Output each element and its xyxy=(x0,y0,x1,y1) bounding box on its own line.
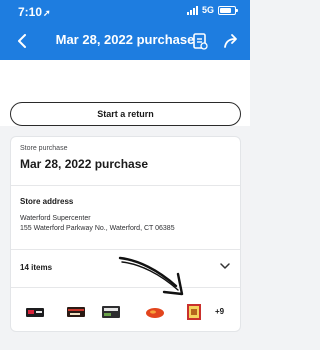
share-button[interactable] xyxy=(222,31,240,51)
page-title: Mar 28, 2022 purchase xyxy=(55,32,195,47)
chevron-down-icon[interactable] xyxy=(219,261,231,271)
divider xyxy=(11,185,240,186)
purchase-card: Store purchase Mar 28, 2022 purchase Sto… xyxy=(10,136,241,332)
store-address: 155 Waterford Parkway No., Waterford, CT… xyxy=(20,225,175,232)
items-count[interactable]: 14 items xyxy=(20,263,52,272)
location-icon: ➚ xyxy=(43,8,51,18)
divider xyxy=(11,249,240,250)
receipt-icon xyxy=(193,33,208,50)
more-items-count[interactable]: +9 xyxy=(215,307,224,316)
purchase-date-title: Mar 28, 2022 purchase xyxy=(20,157,149,171)
cereal-pack-icon[interactable] xyxy=(100,303,122,321)
candy-box-icon[interactable] xyxy=(65,303,87,321)
store-address-heading: Store address xyxy=(20,197,74,206)
gift-box-icon[interactable] xyxy=(183,303,205,321)
store-name: Waterford Supercenter xyxy=(20,215,91,222)
share-icon xyxy=(224,34,237,48)
network-type: 5G xyxy=(201,5,214,15)
purchase-type-label: Store purchase xyxy=(20,145,68,152)
chevron-left-icon xyxy=(18,34,26,48)
battery-icon xyxy=(218,5,238,15)
back-button[interactable] xyxy=(12,30,32,52)
status-time: 7:10➚ xyxy=(18,5,51,19)
nav-bar: Mar 28, 2022 purchase xyxy=(0,22,250,60)
black-snack-box-icon[interactable] xyxy=(24,303,46,321)
clock: 7:10 xyxy=(18,5,43,19)
bottom-strip xyxy=(0,338,250,350)
arrow-annotation-icon xyxy=(118,256,184,296)
signal-icon xyxy=(186,5,198,15)
red-snack-bag-icon[interactable] xyxy=(144,303,166,321)
status-bar: 7:10➚ 5G xyxy=(0,0,250,22)
start-return-button[interactable]: Start a return xyxy=(10,102,241,126)
receipt-button[interactable] xyxy=(191,31,209,51)
status-indicators: 5G xyxy=(186,5,238,15)
